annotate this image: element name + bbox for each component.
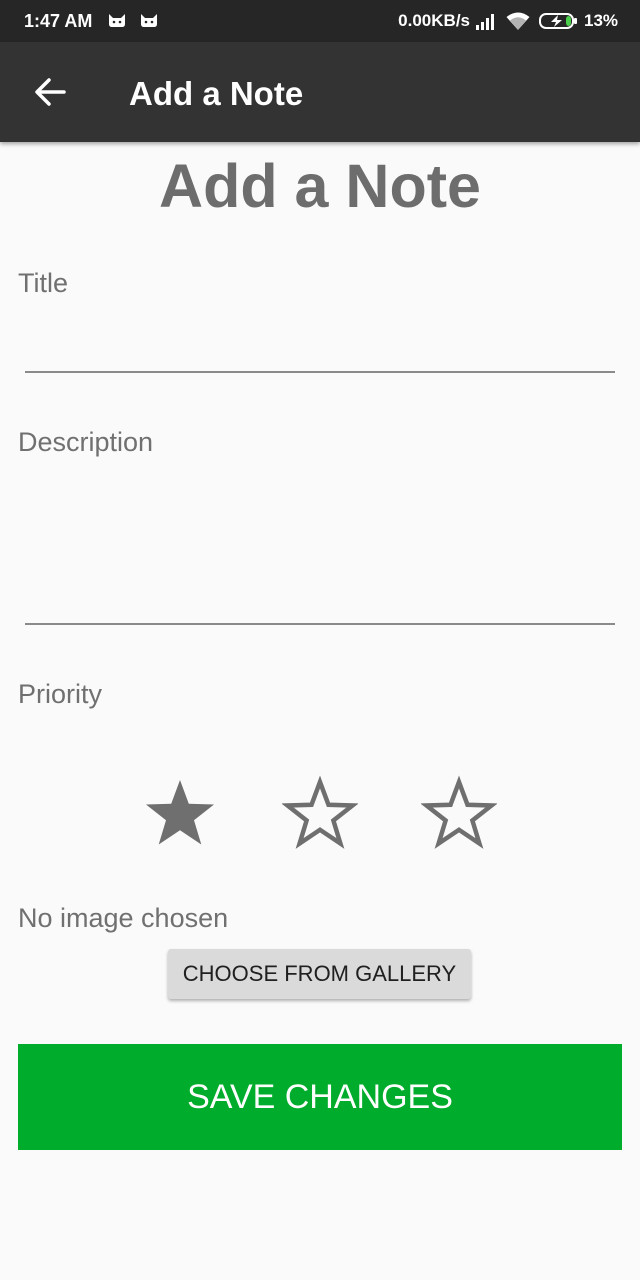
status-bar: 1:47 AM 0.00KB/s 13% <box>0 0 640 42</box>
app-bar-title: Add a Note <box>129 75 304 112</box>
description-input[interactable] <box>25 470 615 618</box>
status-time: 1:47 AM <box>24 11 93 31</box>
star-filled-icon[interactable] <box>142 775 218 851</box>
android-cat-icon <box>109 14 125 27</box>
wifi-icon <box>506 12 530 30</box>
android-cat-icon <box>141 14 157 27</box>
title-label: Title <box>18 268 69 298</box>
save-changes-button[interactable]: SAVE CHANGES <box>18 1044 622 1150</box>
choose-from-gallery-button[interactable]: CHOOSE FROM GALLERY <box>168 949 471 999</box>
description-underline <box>25 623 615 625</box>
page-title: Add a Note <box>159 152 481 220</box>
priority-label: Priority <box>18 679 103 709</box>
star-outline-icon[interactable] <box>282 775 358 851</box>
title-underline <box>25 371 615 373</box>
signal-icon <box>476 14 494 30</box>
battery-charging-icon <box>539 13 577 29</box>
star-outline-icon[interactable] <box>421 775 497 851</box>
title-input[interactable] <box>25 320 615 368</box>
battery-percent: 13% <box>584 11 619 30</box>
back-button[interactable] <box>22 68 78 116</box>
network-speed: 0.00KB/s <box>398 11 470 30</box>
description-label: Description <box>18 427 154 457</box>
app-bar: Add a Note <box>0 42 640 142</box>
arrow-back-icon <box>35 78 66 106</box>
no-image-text: No image chosen <box>18 903 229 933</box>
